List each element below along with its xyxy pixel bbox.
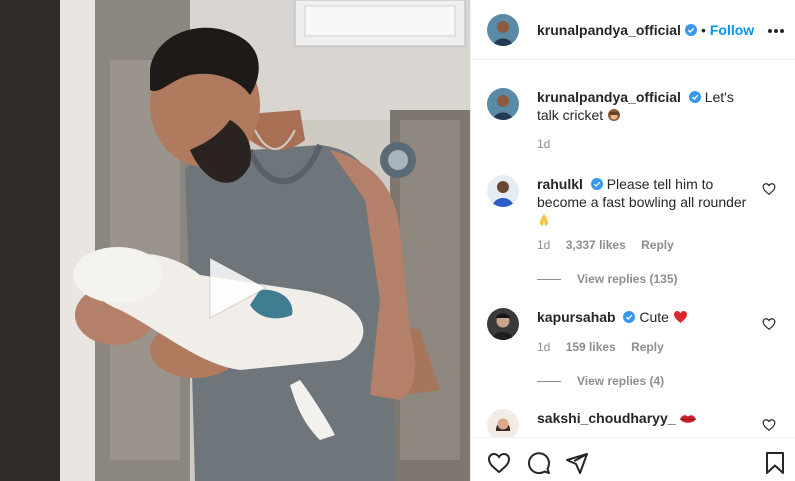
reply-button[interactable]: Reply xyxy=(631,340,664,354)
bookmark-icon xyxy=(766,452,784,474)
comment-time[interactable]: 1d xyxy=(537,238,550,252)
caption-body: krunalpandya_official Let's talk cricket xyxy=(537,88,752,124)
view-replies-label: View replies (4) xyxy=(577,374,665,388)
view-replies-label: View replies (135) xyxy=(577,272,678,286)
comment-meta: 1d 3,337 likes Reply xyxy=(537,238,686,252)
comment-avatar-image xyxy=(487,308,519,340)
comment-icon xyxy=(528,452,550,475)
caption-time[interactable]: 1d xyxy=(537,137,550,151)
caption-meta: 1d xyxy=(537,137,562,151)
caption-avatar[interactable] xyxy=(487,88,519,120)
play-button[interactable] xyxy=(200,252,272,324)
heart-icon xyxy=(487,452,511,474)
view-replies-button[interactable]: View replies (135) xyxy=(537,272,678,286)
comment-avatar-image xyxy=(487,175,519,207)
folded-hands-emoji-icon xyxy=(540,214,548,226)
view-replies-button[interactable]: View replies (4) xyxy=(537,374,664,388)
header-separator: • xyxy=(700,21,706,38)
reply-button[interactable]: Reply xyxy=(641,238,674,252)
comment-avatar[interactable] xyxy=(487,175,519,207)
verified-badge-icon xyxy=(688,91,701,103)
post-header: krunalpandya_official • Follow xyxy=(471,0,795,60)
comment-username[interactable]: sakshi_choudharyy_ xyxy=(537,410,676,426)
comment-likes[interactable]: 3,337 likes xyxy=(566,238,626,252)
comment-meta: 1d 159 likes Reply xyxy=(537,340,676,354)
video-frame-image xyxy=(0,0,470,481)
comment-body: sakshi_choudharyy_ xyxy=(537,409,752,427)
save-button[interactable] xyxy=(763,451,787,475)
verified-badge-icon xyxy=(590,178,603,190)
replies-divider xyxy=(537,380,561,382)
instagram-post-modal: krunalpandya_official • Follow krunalpan… xyxy=(0,0,795,481)
verified-badge-icon xyxy=(684,23,697,36)
replies-divider xyxy=(537,278,561,280)
comment-body: kapursahab Cute xyxy=(537,308,752,326)
verified-badge-icon xyxy=(623,311,636,323)
comment-likes[interactable]: 159 likes xyxy=(566,340,616,354)
caption-username[interactable]: krunalpandya_official xyxy=(537,89,681,105)
comment-text: Cute xyxy=(639,309,669,325)
comment-like-heart-icon[interactable] xyxy=(762,182,776,196)
comment-like-heart-icon[interactable] xyxy=(762,317,776,331)
author-avatar-image xyxy=(487,13,519,46)
more-options-icon[interactable] xyxy=(766,20,786,40)
like-button[interactable] xyxy=(487,451,511,475)
post-video[interactable] xyxy=(0,0,470,481)
red-heart-emoji-icon xyxy=(673,311,687,323)
author-avatar[interactable] xyxy=(487,13,519,46)
comment-body: rahulkl Please tell him to become a fast… xyxy=(537,175,752,229)
post-action-bar xyxy=(471,437,795,481)
comment-username[interactable]: kapursahab xyxy=(537,309,616,325)
monkey-emoji-icon xyxy=(608,109,621,121)
comment-username[interactable]: rahulkl xyxy=(537,176,583,192)
lips-emoji-icon xyxy=(680,415,697,423)
comment-avatar[interactable] xyxy=(487,409,519,437)
caption-avatar-image xyxy=(487,88,519,120)
comments-list[interactable]: krunalpandya_official Let's talk cricket… xyxy=(471,61,795,437)
play-icon xyxy=(209,257,268,319)
follow-button[interactable]: Follow xyxy=(710,22,754,38)
comment-button[interactable] xyxy=(527,451,551,475)
comment-time[interactable]: 1d xyxy=(537,340,550,354)
comment-like-heart-icon[interactable] xyxy=(762,418,776,432)
author-username[interactable]: krunalpandya_official xyxy=(537,22,681,38)
share-button[interactable] xyxy=(565,451,589,475)
post-side-panel: krunalpandya_official • Follow krunalpan… xyxy=(470,0,795,481)
comment-avatar[interactable] xyxy=(487,308,519,340)
share-icon xyxy=(566,453,588,474)
comment-avatar-image xyxy=(487,409,519,437)
